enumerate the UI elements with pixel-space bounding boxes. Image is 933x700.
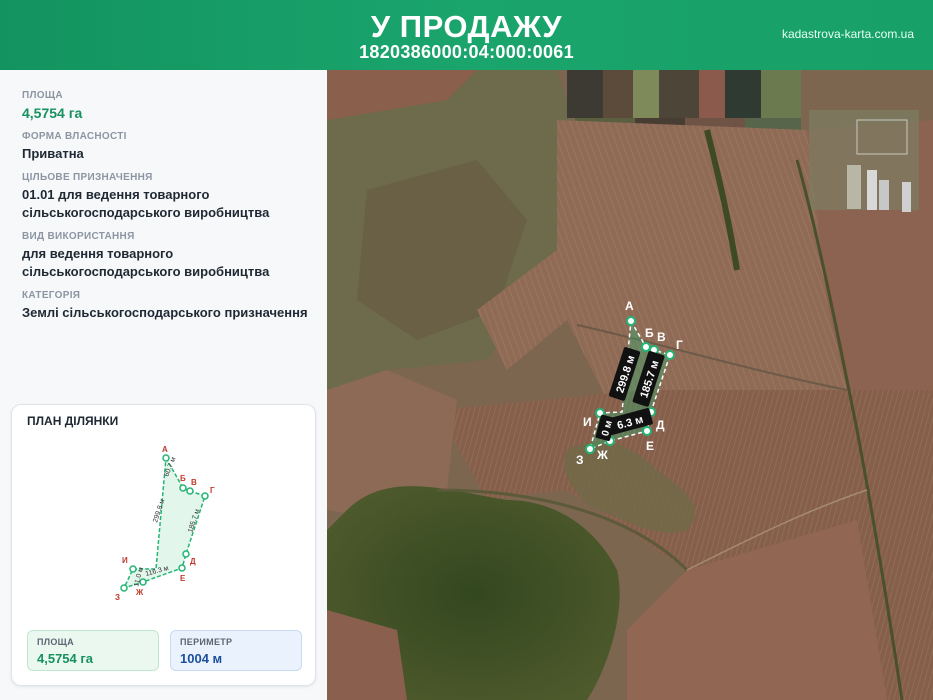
map-vertex-z[interactable] [585,444,595,454]
ownership-block: ФОРМА ВЛАСНОСТІ Приватна [22,131,322,163]
purpose-block: ЦІЛЬОВЕ ПРИЗНАЧЕННЯ 01.01 для ведення то… [22,172,322,222]
map-label-v: В [657,330,666,344]
plan-perimeter-stat: ПЕРИМЕТР 1004 м [170,630,302,671]
parcel-plan-card: ПЛАН ДІЛЯНКИ А Б В Г Д Е Ж З И 60.7 м 29… [11,404,316,686]
map-label-e: Е [646,439,654,453]
area-block: ПЛОЩА 4,5754 га [22,90,322,122]
info-panel: ПЛОЩА 4,5754 га ФОРМА ВЛАСНОСТІ Приватна… [0,70,327,700]
map-label-z: З [576,453,584,467]
map-label-a: А [625,299,634,313]
plan-perimeter-value: 1004 м [180,651,223,666]
plan-vertex-z [120,584,128,592]
plan-label-a: А [162,445,168,454]
purpose-line2: сільськогосподарського виробництва [22,205,270,220]
plan-area-value: 4,5754 га [37,651,94,666]
plan-area-label: ПЛОЩА [37,637,74,647]
plan-area-stat: ПЛОЩА 4,5754 га [27,630,159,671]
header-banner: У ПРОДАЖУ 1820386000:04:000:0061 kadastr… [0,0,933,70]
usage-line2: сільськогосподарського виробництва [22,264,270,279]
plan-label-zh: Ж [135,588,144,597]
map-label-g: Г [676,338,683,352]
map-farm [809,110,919,212]
plan-label-z: З [115,593,120,602]
plan-vertex-a [162,454,170,462]
satellite-map[interactable]: 299.8 м 185.7 м 6.3 м 0 м А Б В Г Д Е Ж [327,70,933,700]
map-vertex-g[interactable] [665,350,675,360]
map-label-zh: Ж [596,448,608,462]
category-value: Землі сільськогосподарського призначення [22,305,308,320]
map-vertex-a[interactable] [626,316,636,326]
plan-vertex-d [182,550,190,558]
plan-label-v: В [191,478,197,487]
map-vertex-e[interactable] [642,426,652,436]
usage-label: ВИД ВИКОРИСТАННЯ [22,231,135,242]
plan-vertex-g [201,492,209,500]
usage-block: ВИД ВИКОРИСТАННЯ для ведення товарного с… [22,231,322,281]
area-value: 4,5754 га [22,105,83,121]
usage-line1: для ведення товарного [22,246,174,261]
cadastral-number: 1820386000:04:000:0061 [359,42,574,62]
plan-vertex-e [178,564,186,572]
plan-label-g: Г [210,486,215,495]
map-label-i: И [583,415,592,429]
area-label: ПЛОЩА [22,90,63,101]
plan-vertex-v [186,487,194,495]
plan-vertex-i [129,565,137,573]
plan-label-i: И [122,556,128,565]
satellite-map-canvas[interactable]: 299.8 м 185.7 м 6.3 м 0 м А Б В Г Д Е Ж [327,70,933,700]
category-label: КАТЕГОРІЯ [22,290,81,301]
parcel-info: ПЛОЩА 4,5754 га ФОРМА ВЛАСНОСТІ Приватна… [22,90,322,331]
map-vertex-b[interactable] [641,342,651,352]
ownership-label: ФОРМА ВЛАСНОСТІ [22,131,127,142]
plan-label-e: Е [180,574,186,583]
purpose-label: ЦІЛЬОВЕ ПРИЗНАЧЕННЯ [22,172,153,183]
plan-perimeter-label: ПЕРИМЕТР [180,637,233,647]
plan-vertex-b [179,484,187,492]
map-label-d: Д [656,418,665,432]
site-link[interactable]: kadastrova-karta.com.ua [782,27,914,41]
purpose-line1: 01.01 для ведення товарного [22,187,210,202]
map-label-b: Б [645,326,654,340]
category-block: КАТЕГОРІЯ Землі сільськогосподарського п… [22,290,322,322]
plan-label-b: Б [180,474,186,483]
plan-label-d: Д [190,557,196,566]
ownership-value: Приватна [22,146,84,161]
